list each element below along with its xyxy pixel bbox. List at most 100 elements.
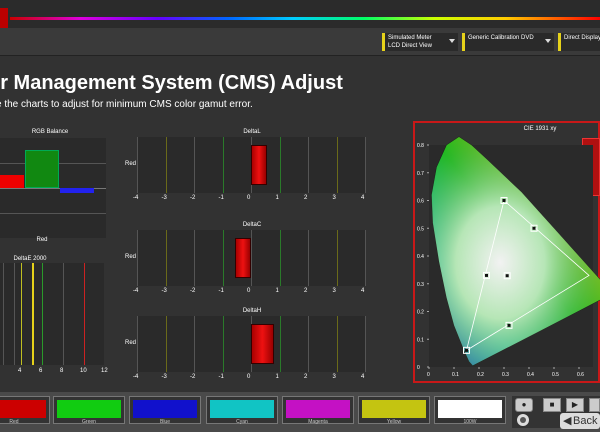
delta-bar xyxy=(235,237,251,279)
color-swatch-green[interactable]: Green xyxy=(53,396,125,425)
rgb-balance-xlabel: Red xyxy=(36,237,48,243)
back-button[interactable]: ◀ Back xyxy=(560,413,600,429)
delta-tick: 3 xyxy=(332,288,336,294)
meter-dropdown[interactable]: Simulated Meter LCD Direct View xyxy=(382,33,458,51)
back-label: Back xyxy=(573,415,598,427)
gridline xyxy=(222,137,224,193)
delta-tick: -1 xyxy=(218,374,224,380)
gridline xyxy=(137,316,138,372)
gridline xyxy=(365,316,366,372)
delta-chart-title: DeltaC xyxy=(242,222,262,228)
delta-tick: 2 xyxy=(304,195,308,201)
swatch-label: 100W xyxy=(463,419,477,425)
skip-button[interactable] xyxy=(589,398,600,412)
color-swatch-magenta[interactable]: Magenta xyxy=(282,396,354,425)
cie-x-tick: 0 xyxy=(427,372,430,378)
color-swatch-cyan[interactable]: Cyan xyxy=(206,396,278,425)
cie-x-tick: 0.2 xyxy=(477,372,484,378)
cie-y-tick: 0.2 xyxy=(417,310,424,316)
delta-tick: 1 xyxy=(275,288,279,294)
gridline xyxy=(308,137,309,193)
meter-dropdown-line2: LCD Direct View xyxy=(388,43,432,49)
white-measured-marker xyxy=(505,274,509,278)
gridline xyxy=(365,230,366,286)
deltae-title: DeltaE 2000 xyxy=(13,256,47,262)
delta-tick: 0 xyxy=(247,374,251,380)
back-arrow-icon: ◀ xyxy=(563,415,572,427)
deltae-tick: 8 xyxy=(60,368,64,374)
gridline xyxy=(165,230,167,286)
gridline xyxy=(137,230,138,286)
green-measured-marker xyxy=(502,199,506,202)
color-swatch-yellow[interactable]: Yellow xyxy=(358,396,430,425)
swatch-label: Magenta xyxy=(308,419,328,425)
delta-tick: -2 xyxy=(190,195,196,201)
stop-button[interactable]: ■ xyxy=(543,398,561,412)
gridline xyxy=(308,230,309,286)
cie-y-tick: 0 xyxy=(417,365,420,371)
page-subtitle: e the charts to adjust for minimum CMS c… xyxy=(0,99,253,110)
cie-chart: 0.8 0.7 0.6 0.5 0.4 0.3 0.2 0.1 0 0 0.1 0.2 0.3 0.4 0.… xyxy=(417,136,600,378)
rgb-balance-chart xyxy=(0,138,106,238)
gridline xyxy=(251,230,252,286)
delta-tick: -1 xyxy=(218,195,224,201)
record-button[interactable]: ● xyxy=(515,398,533,412)
gridline xyxy=(222,230,224,286)
play-button[interactable]: ▶ xyxy=(566,398,584,412)
delta-chart xyxy=(137,316,366,372)
gridline xyxy=(63,263,64,365)
page-title: or Management System (CMS) Adjust xyxy=(0,72,343,94)
delta-tick: -3 xyxy=(161,195,167,201)
gridline xyxy=(194,316,195,372)
gridline xyxy=(365,137,366,193)
delta-tick: 3 xyxy=(332,374,336,380)
cie-x-tick: 0.3 xyxy=(502,372,509,378)
gridline xyxy=(165,137,167,193)
delta-chart-ylabel: Red xyxy=(125,340,137,346)
yellow-measured-marker xyxy=(532,226,536,230)
cyan-measured-marker xyxy=(485,273,488,277)
delta-tick: -2 xyxy=(190,288,196,294)
gridline xyxy=(194,230,195,286)
gridline xyxy=(336,316,338,372)
color-swatch-blue[interactable]: Blue xyxy=(129,396,201,425)
gridline xyxy=(42,263,43,365)
swatch-label: Cyan xyxy=(236,419,248,425)
delta-tick: 1 xyxy=(275,195,279,201)
color-swatch-100w[interactable]: 100W xyxy=(434,396,506,425)
delta-chart-ylabel: Red xyxy=(125,254,137,260)
deltae-tick: 10 xyxy=(80,368,87,374)
gridline xyxy=(279,137,281,193)
deltae-tick: 4 xyxy=(18,368,22,374)
spectrum-strip xyxy=(10,17,600,20)
swatch-chip xyxy=(210,400,274,418)
delta-tick: 2 xyxy=(304,288,308,294)
gridline xyxy=(3,263,4,365)
delta-chart-title: DeltaL xyxy=(243,129,261,135)
disc-dropdown[interactable]: Generic Calibration DVD xyxy=(462,33,554,51)
deltae-tick: 6 xyxy=(39,368,43,374)
swatch-label: Yellow xyxy=(386,419,402,425)
rgb-balance-title: RGB Balance xyxy=(31,129,69,135)
swatch-label: Blue xyxy=(159,419,170,425)
delta-tick: -1 xyxy=(218,288,224,294)
magenta-measured-marker xyxy=(507,323,511,327)
deltae-tick: 12 xyxy=(101,368,108,374)
delta-tick: 4 xyxy=(361,374,365,380)
threshold-line xyxy=(21,263,22,365)
title-bar xyxy=(0,0,600,28)
swatch-label: Green xyxy=(82,419,96,425)
swatch-chip xyxy=(0,400,46,418)
cie-x-tick: 0.6 xyxy=(577,372,584,378)
meter-dropdown-line1: Simulated Meter xyxy=(388,35,432,41)
menu-button[interactable] xyxy=(0,8,8,28)
chevron-down-icon xyxy=(545,39,551,43)
gridline xyxy=(279,230,281,286)
delta-tick: 0 xyxy=(247,288,251,294)
cie-x-tick: 0.4 xyxy=(527,372,534,378)
display-dropdown[interactable]: Direct Display xyxy=(558,33,600,51)
threshold-line xyxy=(84,263,85,365)
cie-y-tick: 0.7 xyxy=(417,171,424,177)
color-swatch-red[interactable]: Red xyxy=(0,396,50,425)
gridline xyxy=(336,230,338,286)
